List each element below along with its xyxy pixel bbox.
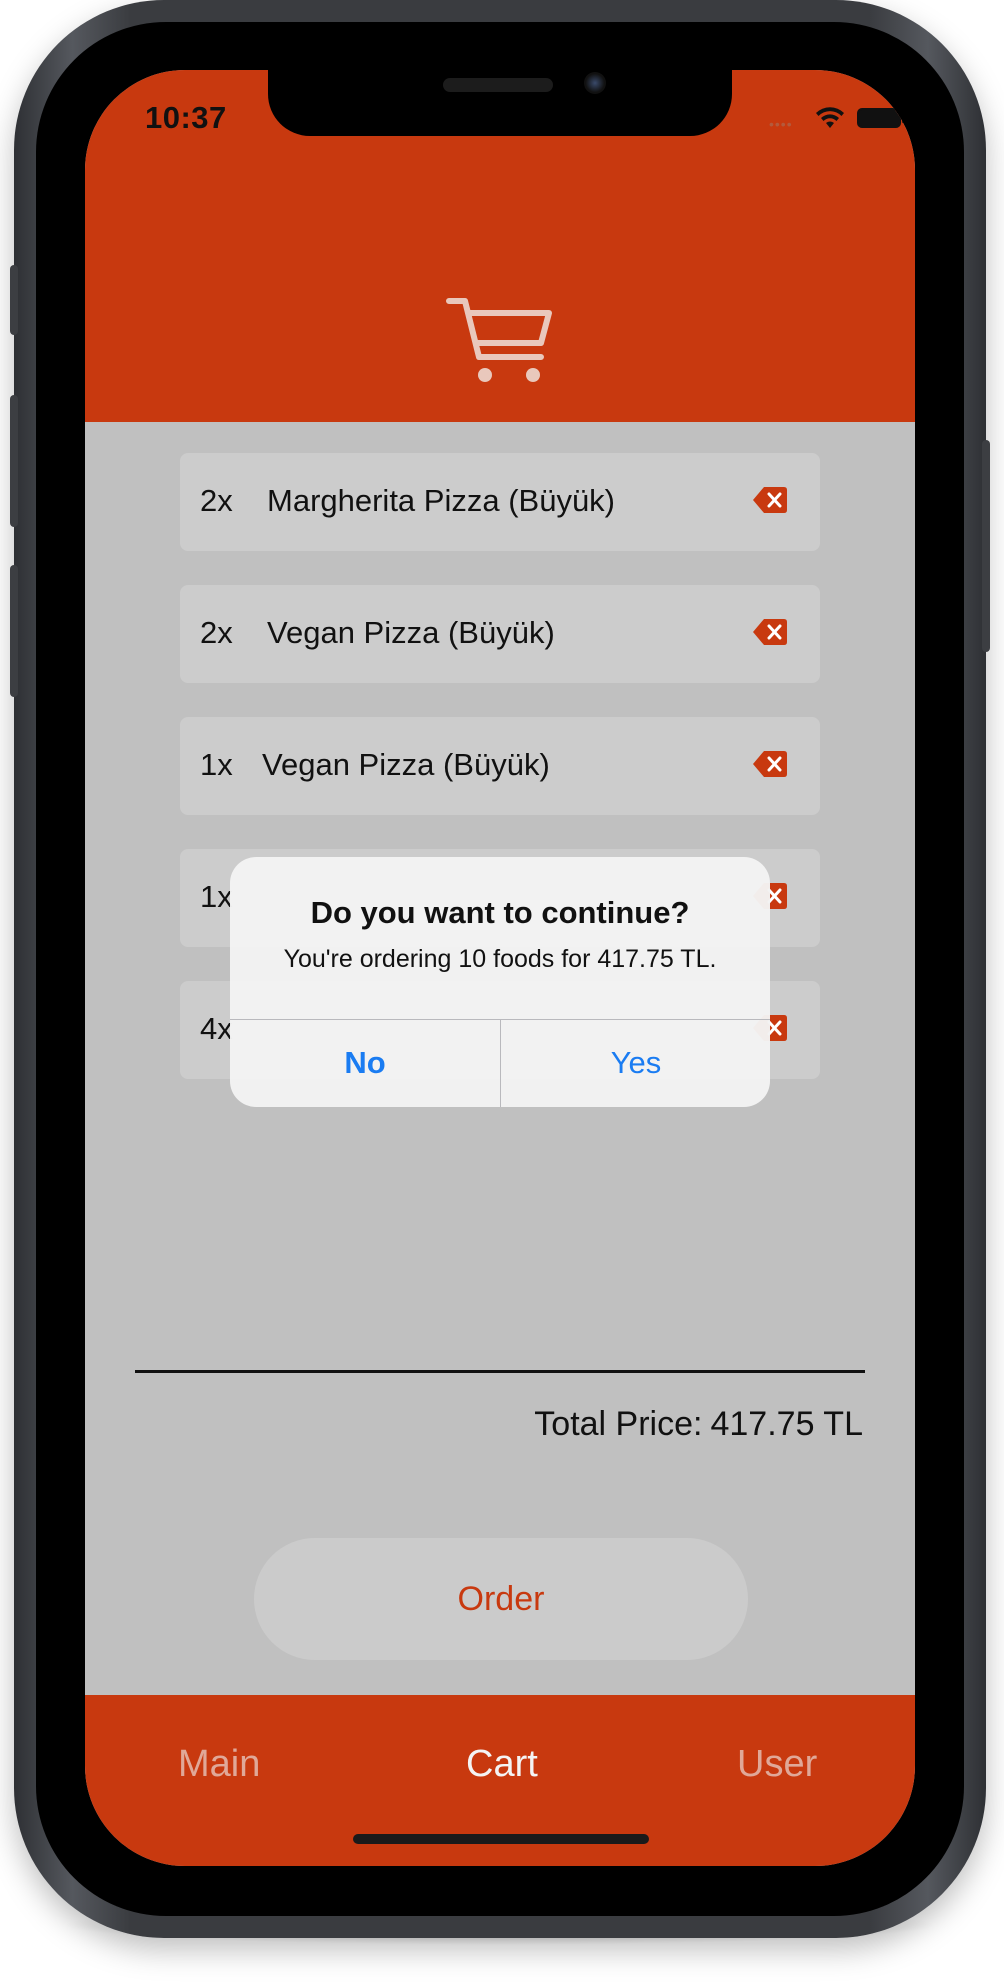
notch: [268, 70, 732, 136]
camera: [584, 72, 606, 94]
volume-up-button: [10, 395, 18, 527]
mute-switch: [10, 265, 18, 335]
confirm-order-alert: Do you want to continue? You're ordering…: [230, 857, 770, 1107]
delete-item-icon[interactable]: [752, 485, 788, 515]
item-name: Vegan Pizza (Büyük): [262, 747, 550, 782]
item-name: Margherita Pizza (Büyük): [267, 483, 616, 518]
cart-item: 2x Margherita Pizza (Büyük): [180, 453, 820, 551]
alert-no-button[interactable]: No: [230, 1019, 500, 1107]
battery-icon: [857, 108, 905, 128]
delete-item-icon[interactable]: [752, 749, 788, 779]
volume-down-button: [10, 565, 18, 697]
home-indicator[interactable]: [353, 1834, 649, 1844]
status-time: 10:37: [145, 100, 227, 135]
total-price: Total Price: 417.75 TL: [534, 1405, 863, 1444]
cellular-signal-icon: ••••: [769, 116, 793, 132]
cart-item: 2x Vegan Pizza (Büyük): [180, 585, 820, 683]
tab-cart[interactable]: Cart: [466, 1743, 538, 1786]
power-button: [982, 440, 990, 652]
app-screen: 10:37 •••• 2x Margherita Pizza (Büyük) 2…: [85, 70, 915, 1866]
cart-icon: [446, 298, 552, 382]
cart-item: 1x Vegan Pizza (Büyük): [180, 717, 820, 815]
item-quantity: 2x: [200, 615, 233, 650]
speaker: [443, 78, 553, 92]
alert-title: Do you want to continue?: [310, 895, 690, 930]
order-button[interactable]: Order: [254, 1538, 748, 1660]
item-quantity: 2x: [200, 483, 233, 518]
alert-message: You're ordering 10 foods for 417.75 TL.: [283, 945, 717, 973]
delete-item-icon[interactable]: [752, 617, 788, 647]
total-price-value: 417.75 TL: [710, 1405, 863, 1443]
total-price-label: Total Price:: [534, 1405, 703, 1443]
alert-yes-button[interactable]: Yes: [501, 1019, 770, 1107]
summary-divider: [135, 1370, 865, 1373]
wifi-icon: [816, 107, 844, 128]
tab-user[interactable]: User: [737, 1743, 817, 1786]
item-quantity: 1x: [200, 747, 233, 782]
item-quantity: 4x: [200, 1011, 233, 1046]
tab-main[interactable]: Main: [178, 1743, 260, 1786]
item-name: Vegan Pizza (Büyük): [267, 615, 555, 650]
item-quantity: 1x: [200, 879, 233, 914]
